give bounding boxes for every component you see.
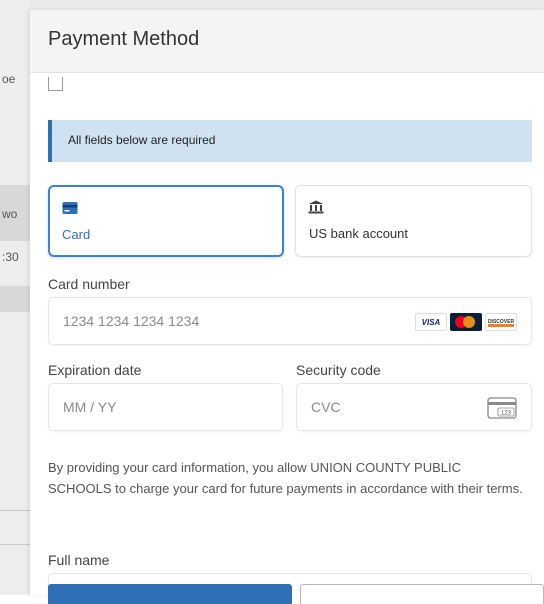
modal-body: All fields below are required Card US ba… xyxy=(30,73,544,604)
bank-icon xyxy=(308,200,324,214)
cvc-card-icon: 123 xyxy=(487,397,517,419)
expiration-date-field[interactable] xyxy=(48,383,283,431)
mastercard-logo-icon xyxy=(450,313,482,331)
security-code-field[interactable]: 123 xyxy=(296,383,532,431)
card-number-field[interactable]: VISA DISCOVER xyxy=(48,297,532,345)
required-fields-banner: All fields below are required xyxy=(48,120,532,162)
payment-tab-us-bank-account[interactable]: US bank account xyxy=(295,185,532,257)
payment-tab-card[interactable]: Card xyxy=(48,185,284,257)
checkbox[interactable] xyxy=(48,77,63,91)
payment-method-modal: Payment Method All fields below are requ… xyxy=(30,10,544,604)
cvc-icon-text: 123 xyxy=(501,411,512,417)
security-code-input[interactable] xyxy=(311,384,461,430)
card-number-input[interactable] xyxy=(63,298,383,344)
card-authorization-disclaimer: By providing your card information, you … xyxy=(48,460,523,496)
primary-button[interactable] xyxy=(48,584,292,604)
background-text-fragment: oe xyxy=(2,72,16,86)
background-divider xyxy=(0,544,30,545)
expiration-date-input[interactable] xyxy=(63,384,263,430)
expiration-date-label: Expiration date xyxy=(48,362,142,378)
payment-tab-card-label: Card xyxy=(62,227,91,242)
background-row-band xyxy=(0,286,30,312)
discover-logo-icon: DISCOVER xyxy=(485,313,517,331)
card-brand-logos: VISA DISCOVER xyxy=(415,313,517,331)
modal-title: Payment Method xyxy=(48,28,200,50)
full-name-label: Full name xyxy=(48,552,110,568)
background-divider xyxy=(0,510,30,511)
card-number-label: Card number xyxy=(48,276,130,292)
visa-logo-icon: VISA xyxy=(415,313,447,331)
credit-card-icon xyxy=(62,202,78,214)
background-text-fragment: wo xyxy=(2,207,18,221)
modal-header: Payment Method xyxy=(30,10,544,73)
background-text-fragment: :30 xyxy=(2,250,19,264)
secondary-button[interactable] xyxy=(300,584,544,604)
background-page-strip: oe wo :30 xyxy=(0,0,30,595)
security-code-label: Security code xyxy=(296,362,381,378)
required-fields-text: All fields below are required xyxy=(68,133,216,147)
payment-tab-us-bank-account-label: US bank account xyxy=(309,226,409,241)
